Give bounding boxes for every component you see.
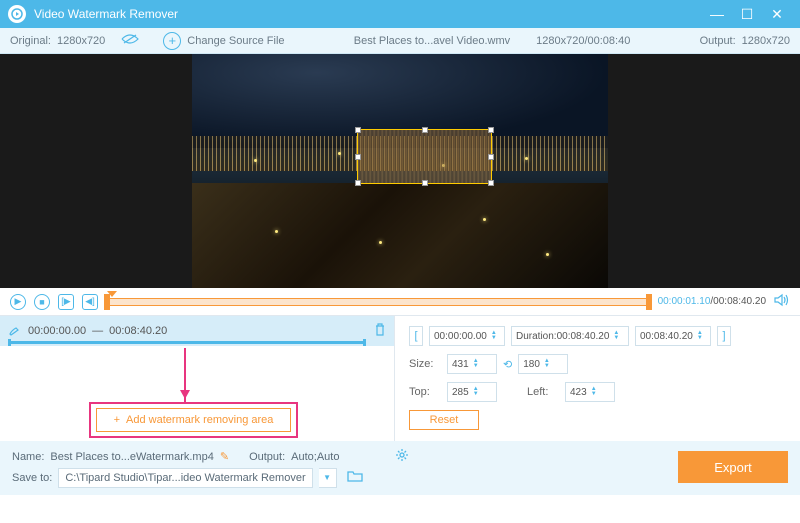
segments-panel: 00:00:00.00 — 00:08:40.20 + Add watermar… xyxy=(0,316,395,441)
range-start-handle[interactable] xyxy=(104,294,110,310)
file-meta: 1280x720/00:08:40 xyxy=(536,35,630,47)
aspect-lock-icon[interactable]: ⟲ xyxy=(503,358,512,371)
left-label: Left: xyxy=(527,386,559,398)
mark-out-button[interactable]: ◀] xyxy=(82,294,98,310)
size-label: Size: xyxy=(409,358,441,370)
top-input[interactable]: 285▲▼ xyxy=(447,382,497,402)
play-button[interactable]: ▶ xyxy=(10,294,26,310)
open-folder-button[interactable] xyxy=(347,470,363,485)
toolbar: Original: 1280x720 + Change Source File … xyxy=(0,28,800,54)
save-path-input[interactable]: C:\Tipard Studio\Tipar...ideo Watermark … xyxy=(58,468,312,488)
timeline-time: 00:00:01.10/00:08:40.20 xyxy=(658,296,766,307)
edit-name-button[interactable]: ✎ xyxy=(220,450,229,463)
reset-button[interactable]: Reset xyxy=(409,410,479,430)
brush-icon xyxy=(8,323,22,340)
delete-segment-button[interactable] xyxy=(374,323,386,340)
range-start-input[interactable]: 00:00:00.00▲▼ xyxy=(429,326,505,346)
saveto-label: Save to: xyxy=(12,472,52,484)
export-button[interactable]: Export xyxy=(678,451,788,483)
bottom-bar: Name: Best Places to...eWatermark.mp4 ✎ … xyxy=(0,441,800,495)
stop-button[interactable]: ■ xyxy=(34,294,50,310)
output-label: Output: xyxy=(249,451,285,463)
original-label: Original: xyxy=(10,35,51,47)
set-start-button[interactable]: [ xyxy=(409,326,423,346)
segment-track[interactable] xyxy=(8,341,366,344)
parameters-panel: [ 00:00:00.00▲▼ Duration:00:08:40.20▲▼ 0… xyxy=(395,316,800,441)
timeline-track[interactable] xyxy=(106,298,650,306)
segment-start: 00:00:00.00 xyxy=(28,325,86,337)
name-label: Name: xyxy=(12,451,44,463)
titlebar: Video Watermark Remover ― ☐ ✕ xyxy=(0,0,800,28)
mark-in-button[interactable]: [▶ xyxy=(58,294,74,310)
segment-dash: — xyxy=(92,325,103,337)
add-watermark-area-button[interactable]: + Add watermark removing area xyxy=(96,408,291,432)
watermark-selection-box[interactable] xyxy=(357,129,492,184)
output-value: Auto;Auto xyxy=(291,451,339,463)
volume-icon[interactable] xyxy=(774,293,790,310)
set-end-button[interactable]: ] xyxy=(717,326,731,346)
left-input[interactable]: 423▲▼ xyxy=(565,382,615,402)
plus-icon: + xyxy=(163,32,181,50)
output-dims: 1280x720 xyxy=(742,35,790,47)
current-time: 00:00:01.10 xyxy=(658,296,711,307)
video-preview[interactable] xyxy=(0,54,800,288)
change-source-button[interactable]: + Change Source File xyxy=(163,32,284,50)
segment-bar[interactable]: 00:00:00.00 — 00:08:40.20 xyxy=(0,316,394,346)
change-source-label: Change Source File xyxy=(187,35,284,47)
segment-end: 00:08:40.20 xyxy=(109,325,167,337)
original-dims: 1280x720 xyxy=(57,35,105,47)
filename: Best Places to...avel Video.wmv xyxy=(354,35,510,47)
plus-icon: + xyxy=(114,414,120,426)
output-settings-button[interactable] xyxy=(395,448,409,465)
maximize-button[interactable]: ☐ xyxy=(732,6,762,23)
app-logo-icon xyxy=(8,5,26,23)
annotation-arrow xyxy=(184,348,186,403)
down-icon[interactable]: ▼ xyxy=(491,336,497,341)
close-button[interactable]: ✕ xyxy=(762,6,792,23)
add-watermark-label: Add watermark removing area xyxy=(126,414,273,426)
panels: 00:00:00.00 — 00:08:40.20 + Add watermar… xyxy=(0,316,800,441)
minimize-button[interactable]: ― xyxy=(702,6,732,22)
video-frame xyxy=(192,54,608,288)
range-end-handle[interactable] xyxy=(646,294,652,310)
top-label: Top: xyxy=(409,386,441,398)
total-time: 00:08:40.20 xyxy=(713,296,766,307)
height-input[interactable]: 180▲▼ xyxy=(518,354,568,374)
timeline: ▶ ■ [▶ ◀] 00:00:01.10/00:08:40.20 xyxy=(0,288,800,316)
path-dropdown-button[interactable]: ▼ xyxy=(319,468,337,488)
width-input[interactable]: 431▲▼ xyxy=(447,354,497,374)
app-title: Video Watermark Remover xyxy=(34,7,702,21)
output-label: Output: xyxy=(700,35,736,47)
name-value: Best Places to...eWatermark.mp4 xyxy=(50,451,213,463)
range-end-input[interactable]: 00:08:40.20▲▼ xyxy=(635,326,711,346)
visibility-off-icon[interactable] xyxy=(121,33,139,48)
duration-input[interactable]: Duration:00:08:40.20▲▼ xyxy=(511,326,629,346)
